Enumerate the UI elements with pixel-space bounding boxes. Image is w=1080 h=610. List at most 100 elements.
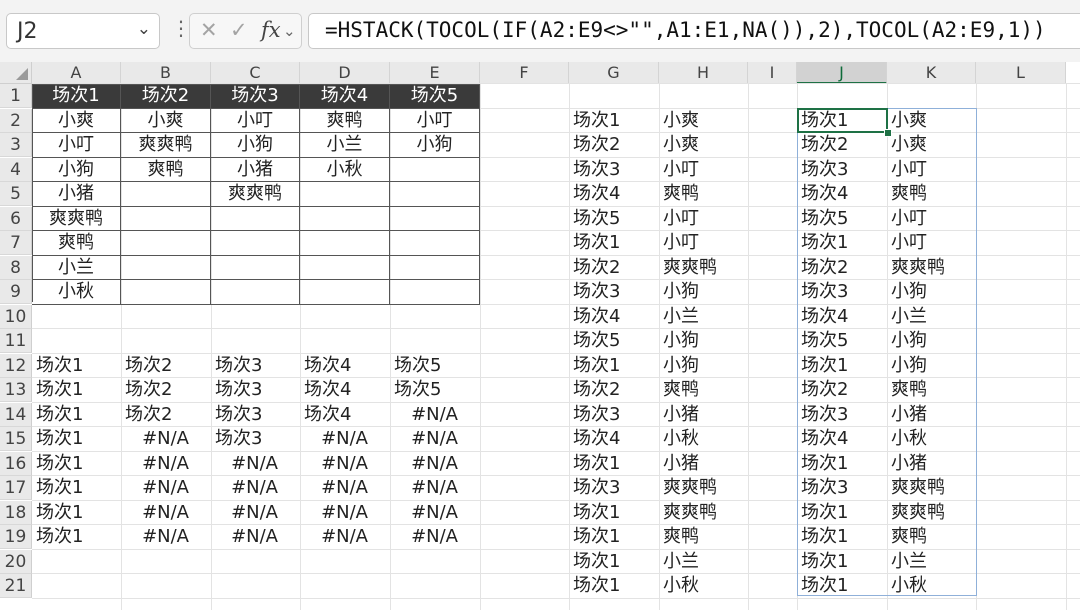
row-header-9[interactable]: 9 — [0, 280, 32, 304]
cell[interactable]: 场次1 — [797, 550, 887, 575]
cell[interactable]: 小叮 — [887, 158, 976, 183]
cell[interactable] — [390, 182, 480, 207]
cell[interactable]: 小兰 — [300, 133, 390, 158]
row-header-18[interactable]: 18 — [0, 500, 32, 525]
cell[interactable]: 小狗 — [659, 280, 748, 305]
cell[interactable]: 场次3 — [569, 403, 659, 428]
cell[interactable] — [390, 231, 480, 256]
chevron-down-icon[interactable]: ⌄ — [137, 19, 151, 39]
cell[interactable]: 场次1 — [32, 501, 121, 526]
cell[interactable]: 小兰 — [887, 305, 976, 330]
cell[interactable]: 场次1 — [797, 501, 887, 526]
row-header-10[interactable]: 10 — [0, 304, 32, 329]
cell[interactable]: #N/A — [390, 452, 480, 477]
cell[interactable]: #N/A — [390, 403, 480, 428]
cell[interactable]: 场次2 — [797, 256, 887, 281]
cell[interactable]: 爽鸭 — [659, 378, 748, 403]
cell[interactable]: 场次2 — [121, 354, 211, 379]
cell[interactable]: 场次2 — [797, 133, 887, 158]
cell[interactable]: 小爽 — [659, 133, 748, 158]
cell[interactable]: 场次1 — [797, 574, 887, 599]
cell[interactable]: #N/A — [211, 452, 300, 477]
cell[interactable]: 爽爽鸭 — [887, 476, 976, 501]
cell[interactable]: 小叮 — [211, 108, 300, 133]
cell[interactable]: 爽鸭 — [32, 231, 121, 256]
cell[interactable] — [390, 157, 480, 182]
cell[interactable]: 小秋 — [300, 157, 390, 182]
cell[interactable]: 场次3 — [211, 378, 300, 403]
cell[interactable]: 场次1 — [569, 574, 659, 599]
column-header-d[interactable]: D — [300, 62, 390, 84]
cell[interactable]: #N/A — [300, 525, 390, 550]
row-header-16[interactable]: 16 — [0, 451, 32, 476]
cell[interactable]: 场次1 — [797, 109, 887, 134]
cell[interactable] — [121, 206, 211, 231]
cell[interactable]: 场次2 — [121, 84, 211, 109]
cell[interactable]: 小猪 — [32, 182, 121, 207]
cell[interactable]: 小叮 — [887, 207, 976, 232]
worksheet-grid[interactable]: A B C D E F G H I J K L 1 2 3 4 5 6 7 8 9 10 11 12 13 14 15 16 17 18 1… — [0, 62, 1080, 610]
cell[interactable]: 小爽 — [32, 108, 121, 133]
cell[interactable]: 小猪 — [211, 157, 300, 182]
cell[interactable]: 爽鸭 — [659, 525, 748, 550]
formula-input[interactable]: =HSTACK(TOCOL(IF(A2:E9<>"",A1:E1,NA()),2… — [308, 13, 1080, 49]
cell[interactable]: 爽鸭 — [121, 157, 211, 182]
more-options-icon[interactable]: ⋮ — [171, 16, 191, 40]
cell[interactable]: 小爽 — [887, 133, 976, 158]
cell[interactable]: 小秋 — [887, 574, 976, 599]
cell[interactable]: 爽爽鸭 — [659, 256, 748, 281]
cell[interactable] — [121, 182, 211, 207]
cell[interactable] — [211, 255, 300, 280]
cell[interactable]: 场次1 — [569, 109, 659, 134]
row-header-3[interactable]: 3 — [0, 133, 32, 157]
row-header-12[interactable]: 12 — [0, 353, 32, 378]
cell[interactable]: 小猪 — [659, 452, 748, 477]
cell[interactable]: 小叮 — [390, 108, 480, 133]
column-header-i[interactable]: I — [748, 62, 797, 84]
column-header-j[interactable]: J — [797, 62, 887, 84]
cell[interactable]: 爽鸭 — [887, 525, 976, 550]
cell[interactable]: 爽爽鸭 — [887, 501, 976, 526]
cell[interactable]: 小秋 — [32, 280, 121, 305]
row-header-14[interactable]: 14 — [0, 402, 32, 427]
cell[interactable]: 小叮 — [887, 231, 976, 256]
cell[interactable]: #N/A — [121, 476, 211, 501]
cell[interactable]: 场次4 — [300, 354, 390, 379]
cell[interactable]: #N/A — [121, 525, 211, 550]
cell[interactable]: 场次1 — [797, 231, 887, 256]
cell[interactable]: #N/A — [121, 501, 211, 526]
cell[interactable]: 场次5 — [569, 329, 659, 354]
cell[interactable]: 小狗 — [659, 329, 748, 354]
cell[interactable]: #N/A — [300, 476, 390, 501]
cell[interactable]: 场次2 — [797, 378, 887, 403]
column-header-g[interactable]: G — [569, 62, 659, 84]
cell[interactable]: 场次2 — [121, 403, 211, 428]
cell[interactable]: #N/A — [390, 501, 480, 526]
cell[interactable]: 场次4 — [797, 305, 887, 330]
cell[interactable]: 场次4 — [569, 305, 659, 330]
cell[interactable]: 场次4 — [569, 182, 659, 207]
cell[interactable] — [121, 231, 211, 256]
cell[interactable] — [300, 231, 390, 256]
cell[interactable]: 小叮 — [659, 231, 748, 256]
cell[interactable]: 爽爽鸭 — [659, 501, 748, 526]
column-header-e[interactable]: E — [390, 62, 480, 84]
cell[interactable]: 场次1 — [32, 476, 121, 501]
row-header-5[interactable]: 5 — [0, 182, 32, 206]
cell[interactable] — [211, 280, 300, 305]
cell[interactable]: 小狗 — [887, 280, 976, 305]
cell[interactable]: 爽鸭 — [887, 378, 976, 403]
cell[interactable]: 小秋 — [659, 574, 748, 599]
cell[interactable]: #N/A — [121, 452, 211, 477]
cell[interactable]: 小狗 — [659, 354, 748, 379]
cell[interactable]: 场次4 — [797, 427, 887, 452]
confirm-icon[interactable]: ✓ — [230, 18, 248, 42]
cell[interactable]: 小叮 — [32, 133, 121, 158]
column-header-c[interactable]: C — [211, 62, 300, 84]
cell[interactable]: #N/A — [300, 427, 390, 452]
cell[interactable]: 小爽 — [887, 109, 976, 134]
cell[interactable]: 场次3 — [569, 158, 659, 183]
cell[interactable]: 小爽 — [659, 109, 748, 134]
cell[interactable]: 场次1 — [569, 525, 659, 550]
cell[interactable]: #N/A — [211, 525, 300, 550]
